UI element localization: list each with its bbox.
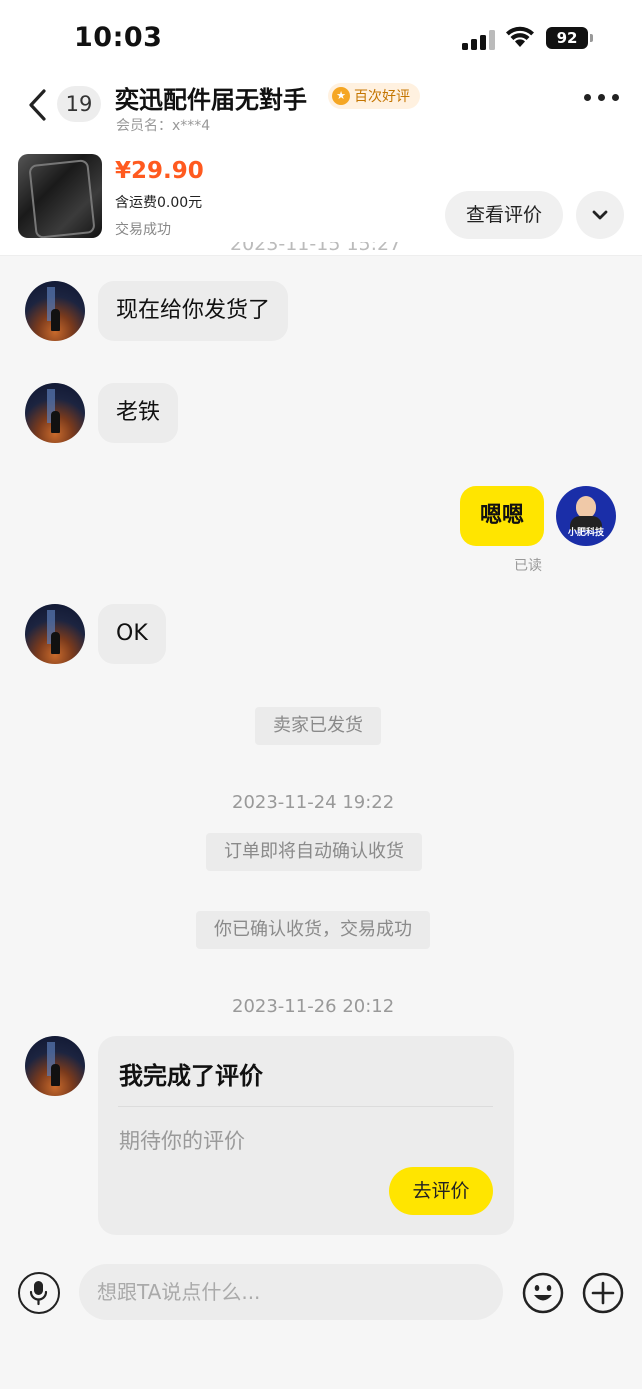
- timestamp: 2023-11-26 20:12: [232, 996, 395, 1017]
- wifi-icon: [506, 26, 534, 47]
- my-avatar[interactable]: 小肥科技: [556, 486, 616, 546]
- timestamp: 2023-11-24 19:22: [232, 792, 395, 813]
- my-message-bubble[interactable]: 嗯嗯: [460, 486, 544, 546]
- view-review-button[interactable]: 查看评价: [445, 191, 563, 239]
- expand-button[interactable]: [576, 191, 624, 239]
- message-bubble[interactable]: 老铁: [98, 383, 179, 443]
- clipped-timestamp: 2023-11-15 15:27: [230, 242, 402, 255]
- system-notice-shipped: 卖家已发货: [255, 707, 381, 745]
- unread-count-badge[interactable]: 19: [57, 86, 101, 122]
- chevron-down-icon: [592, 210, 608, 220]
- chevron-left-icon[interactable]: [26, 88, 50, 122]
- medal-icon: ★: [332, 87, 350, 105]
- plus-icon[interactable]: [582, 1272, 624, 1314]
- review-card-title: 我完成了评价: [119, 1062, 263, 1090]
- trade-status: 交易成功: [115, 222, 171, 238]
- rating-badge: ★ 百次好评: [328, 83, 420, 109]
- product-price: ¥29.90: [115, 158, 204, 184]
- seller-avatar[interactable]: [25, 383, 85, 443]
- seller-avatar[interactable]: [25, 1036, 85, 1096]
- clock: 10:03: [74, 22, 163, 53]
- battery-icon: 92: [546, 27, 594, 49]
- message-bubble[interactable]: 现在给你发货了: [98, 281, 289, 341]
- message-input[interactable]: 想跟TA说点什么...: [79, 1264, 503, 1320]
- signal-icon: [462, 30, 495, 50]
- status-bar: 10:03 92: [0, 0, 642, 70]
- go-review-button[interactable]: 去评价: [389, 1167, 493, 1215]
- review-card: 我完成了评价 期待你的评价 去评价: [98, 1036, 514, 1235]
- read-receipt: 已读: [514, 558, 542, 574]
- seller-avatar[interactable]: [25, 604, 85, 664]
- review-card-subtitle: 期待你的评价: [119, 1129, 245, 1153]
- message-bubble[interactable]: OK: [98, 604, 166, 664]
- battery-level: 92: [546, 27, 588, 49]
- product-thumbnail[interactable]: [18, 154, 102, 238]
- avatar-logo-text: 小肥科技: [567, 528, 604, 538]
- emoji-icon[interactable]: [522, 1272, 564, 1314]
- member-name: 会员名：x***4: [116, 118, 211, 134]
- more-dots-icon[interactable]: [584, 94, 624, 108]
- rating-badge-label: 百次好评: [354, 89, 410, 105]
- chat-header: 19 奕迅配件届无對手 ★ 百次好评 会员名：x***4 ¥29.90 含运费0…: [0, 70, 642, 256]
- system-notice-auto-confirm: 订单即将自动确认收货: [206, 833, 422, 871]
- system-notice-confirmed: 你已确认收货，交易成功: [196, 911, 430, 949]
- seller-avatar[interactable]: [25, 281, 85, 341]
- divider: [118, 1106, 493, 1107]
- microphone-icon[interactable]: [18, 1272, 60, 1314]
- shop-name[interactable]: 奕迅配件届无對手: [115, 80, 307, 115]
- shipping-fee: 含运费0.00元: [115, 195, 203, 211]
